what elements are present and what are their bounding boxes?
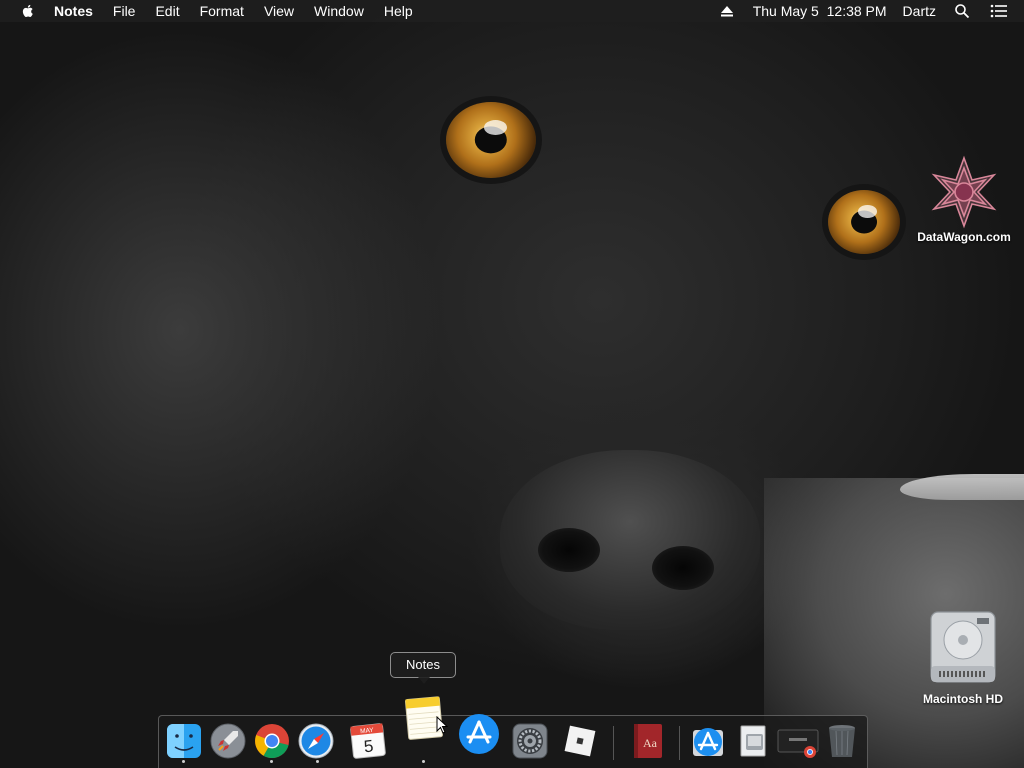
dock-calendar[interactable]: MAY 5 [349, 722, 387, 760]
menu-bar-status-area: Thu May 5 12:38 PM Dartz [709, 0, 1024, 22]
macintosh-hd-label[interactable]: Macintosh HD [904, 692, 1022, 706]
launchpad-icon[interactable] [209, 722, 247, 760]
app-store-icon[interactable] [457, 712, 501, 756]
dock-system-preferences[interactable] [511, 722, 549, 760]
dock-launchpad[interactable] [209, 722, 247, 760]
wallpaper-dog-eye-right [828, 190, 900, 254]
running-indicator-finder [182, 760, 185, 763]
trash-icon[interactable] [823, 722, 861, 760]
dock: MAY 5 Aa [158, 696, 868, 768]
datawagon-watermark: DataWagon.com [908, 152, 1020, 244]
app-store-folder-icon[interactable] [689, 722, 727, 760]
dictionary-icon[interactable]: Aa [629, 722, 667, 760]
wallpaper-nostril-left [538, 528, 600, 572]
chrome-window-icon[interactable] [777, 722, 819, 760]
datawagon-label: DataWagon.com [917, 230, 1011, 244]
menu-help[interactable]: Help [374, 0, 423, 22]
dock-app-store-folder[interactable] [689, 722, 727, 760]
menu-bar-clock[interactable]: Thu May 5 12:38 PM [745, 0, 895, 22]
wallpaper-dog-eye-left [446, 102, 536, 178]
menu-window[interactable]: Window [304, 0, 374, 22]
desktop-icon-macintosh-hd[interactable]: Macintosh HD [904, 610, 1022, 706]
dock-safari[interactable] [297, 722, 335, 760]
datawagon-logo-icon [931, 155, 997, 229]
desktop-wallpaper: Notes File Edit Format View Window Help … [0, 0, 1024, 768]
dock-tooltip: Notes [390, 652, 456, 684]
wallpaper-nostril-right [652, 546, 714, 590]
system-preferences-icon[interactable] [511, 722, 549, 760]
safari-icon[interactable] [297, 722, 335, 760]
notification-center-icon[interactable] [990, 3, 1008, 19]
dock-chrome-window[interactable] [777, 722, 819, 760]
disk-image-icon[interactable] [735, 722, 773, 760]
dock-separator [679, 726, 680, 760]
dock-trash[interactable] [823, 722, 861, 760]
calendar-month: MAY [360, 727, 375, 735]
wallpaper-dog-nose [500, 450, 760, 630]
running-indicator-safari [316, 760, 319, 763]
eject-icon[interactable] [719, 3, 735, 19]
menu-app-notes[interactable]: Notes [54, 0, 103, 22]
dock-disk-image[interactable] [735, 722, 773, 760]
menu-bar-user[interactable]: Dartz [895, 0, 944, 22]
mouse-cursor-icon [436, 716, 448, 734]
menu-edit[interactable]: Edit [145, 0, 189, 22]
finder-icon[interactable] [165, 722, 203, 760]
roblox-icon[interactable] [561, 722, 599, 760]
menu-file[interactable]: File [103, 0, 146, 22]
menu-format[interactable]: Format [190, 0, 254, 22]
dictionary-glyph: Aa [643, 736, 658, 750]
spotlight-search-icon[interactable] [954, 3, 970, 19]
dock-separator [613, 726, 614, 760]
running-indicator-notes [422, 760, 425, 763]
dock-finder[interactable] [165, 722, 203, 760]
dock-app-store[interactable] [457, 712, 501, 756]
menu-bar: Notes File Edit Format View Window Help … [0, 0, 1024, 22]
calendar-day: 5 [363, 737, 374, 757]
dock-google-chrome[interactable] [253, 722, 291, 760]
running-indicator-chrome [270, 760, 273, 763]
hard-drive-icon[interactable] [925, 610, 1001, 690]
apple-icon[interactable] [20, 3, 36, 19]
menu-view[interactable]: View [254, 0, 304, 22]
dock-roblox[interactable] [561, 722, 599, 760]
calendar-icon[interactable]: MAY 5 [349, 722, 387, 760]
chrome-icon[interactable] [253, 722, 291, 760]
dock-dictionary[interactable]: Aa [629, 722, 667, 760]
